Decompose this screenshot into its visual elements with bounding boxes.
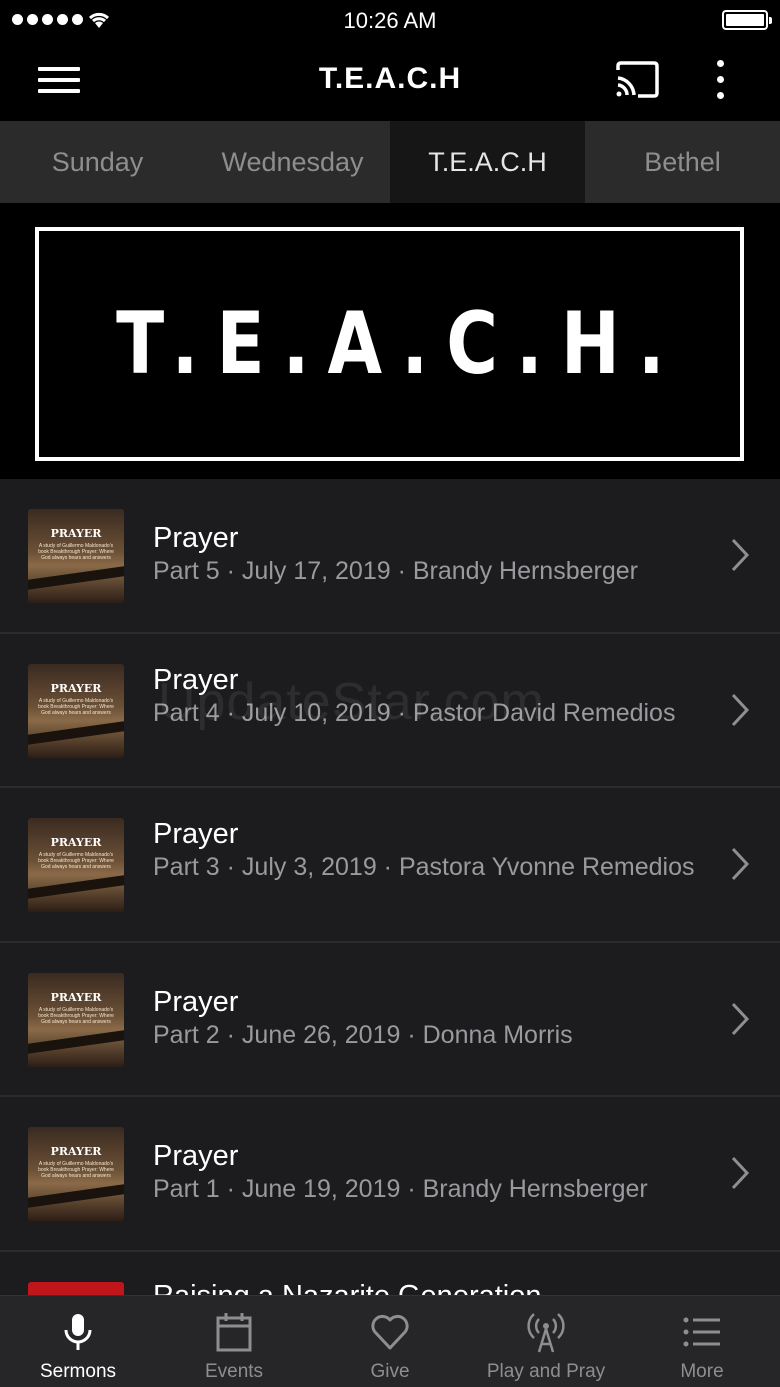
sermon-title: Prayer xyxy=(153,1140,239,1172)
heart-icon xyxy=(371,1314,409,1350)
tabbar-item-give[interactable]: Give xyxy=(312,1296,468,1387)
sermon-meta: Part 2 · June 26, 2019 · Donna Morris xyxy=(153,1020,573,1049)
sermon-title: Prayer xyxy=(153,522,239,554)
sermon-meta: Part 3 · July 3, 2019 · Pastora Yvonne R… xyxy=(153,853,695,881)
chevron-right-icon xyxy=(731,693,750,726)
banner-title: T.E.A.C.H. xyxy=(116,294,683,394)
tabbar-item-sermons[interactable]: Sermons xyxy=(0,1296,156,1387)
sermon-title: Prayer xyxy=(153,985,239,1018)
tab-bethel[interactable]: Bethel xyxy=(585,121,780,203)
tabbar-item-more[interactable]: More xyxy=(624,1296,780,1387)
list-item[interactable]: PRAYER A study of Guillermo Maldonado's … xyxy=(0,1097,780,1252)
list-item[interactable]: PRAYER A study of Guillermo Maldonado's … xyxy=(0,943,780,1097)
page-title: T.E.A.C.H xyxy=(318,62,462,95)
sermon-title: Prayer xyxy=(153,818,239,850)
kebab-menu-icon[interactable] xyxy=(706,58,734,102)
status-bar: 10:26 AM xyxy=(0,0,780,40)
cast-icon[interactable] xyxy=(614,60,660,100)
bottom-tab-bar: Sermons Events Give Play and Pray More xyxy=(0,1295,780,1387)
calendar-icon xyxy=(216,1313,252,1352)
sermon-thumbnail: PRAYER A study of Guillermo Maldonado's … xyxy=(28,972,124,1067)
chevron-right-icon xyxy=(731,538,750,572)
list-item[interactable]: Raising a Nazarite Generation xyxy=(0,1252,780,1296)
sermon-thumbnail: PRAYER A study of Guillermo Maldonado's … xyxy=(28,1127,124,1221)
chevron-right-icon xyxy=(731,1002,750,1035)
sermon-meta: Part 4 · July 10, 2019 · Pastor David Re… xyxy=(153,698,676,727)
list-item[interactable]: PRAYER A study of Guillermo Maldonado's … xyxy=(0,634,780,788)
list-item[interactable]: PRAYER A study of Guillermo Maldonado's … xyxy=(0,479,780,634)
chevron-right-icon xyxy=(731,847,750,881)
series-banner: T.E.A.C.H. xyxy=(0,203,780,479)
navigation-bar: T.E.A.C.H xyxy=(0,40,780,121)
battery-icon xyxy=(722,10,772,30)
list-icon xyxy=(683,1317,720,1347)
category-tabs: Sunday Wednesday T.E.A.C.H Bethel xyxy=(0,121,780,203)
tabbar-item-events[interactable]: Events xyxy=(156,1296,312,1387)
tabbar-item-play-and-pray[interactable]: Play and Pray xyxy=(468,1296,624,1387)
banner-frame: T.E.A.C.H. xyxy=(35,227,744,461)
sermon-thumbnail: PRAYER A study of Guillermo Maldonado's … xyxy=(28,509,124,603)
microphone-icon xyxy=(64,1314,92,1350)
sermon-meta: Part 5 · July 17, 2019 · Brandy Hernsber… xyxy=(153,557,638,585)
sermon-thumbnail: PRAYER A study of Guillermo Maldonado's … xyxy=(28,818,124,912)
sermon-thumbnail: PRAYER A study of Guillermo Maldonado's … xyxy=(28,663,124,758)
sermon-title: Prayer xyxy=(153,663,239,696)
tab-wednesday[interactable]: Wednesday xyxy=(195,121,390,203)
chevron-right-icon xyxy=(731,1156,750,1190)
hamburger-icon[interactable] xyxy=(38,67,81,93)
broadcast-icon xyxy=(527,1313,565,1353)
tab-teach[interactable]: T.E.A.C.H xyxy=(390,121,585,203)
sermon-thumbnail xyxy=(28,1281,124,1295)
status-time: 10:26 AM xyxy=(343,8,437,33)
sermon-list: PRAYER A study of Guillermo Maldonado's … xyxy=(0,479,780,1295)
sermon-meta: Part 1 · June 19, 2019 · Brandy Hernsber… xyxy=(153,1175,648,1203)
list-item[interactable]: PRAYER A study of Guillermo Maldonado's … xyxy=(0,788,780,943)
tab-sunday[interactable]: Sunday xyxy=(0,121,195,203)
sermon-title: Raising a Nazarite Generation xyxy=(153,1280,541,1296)
